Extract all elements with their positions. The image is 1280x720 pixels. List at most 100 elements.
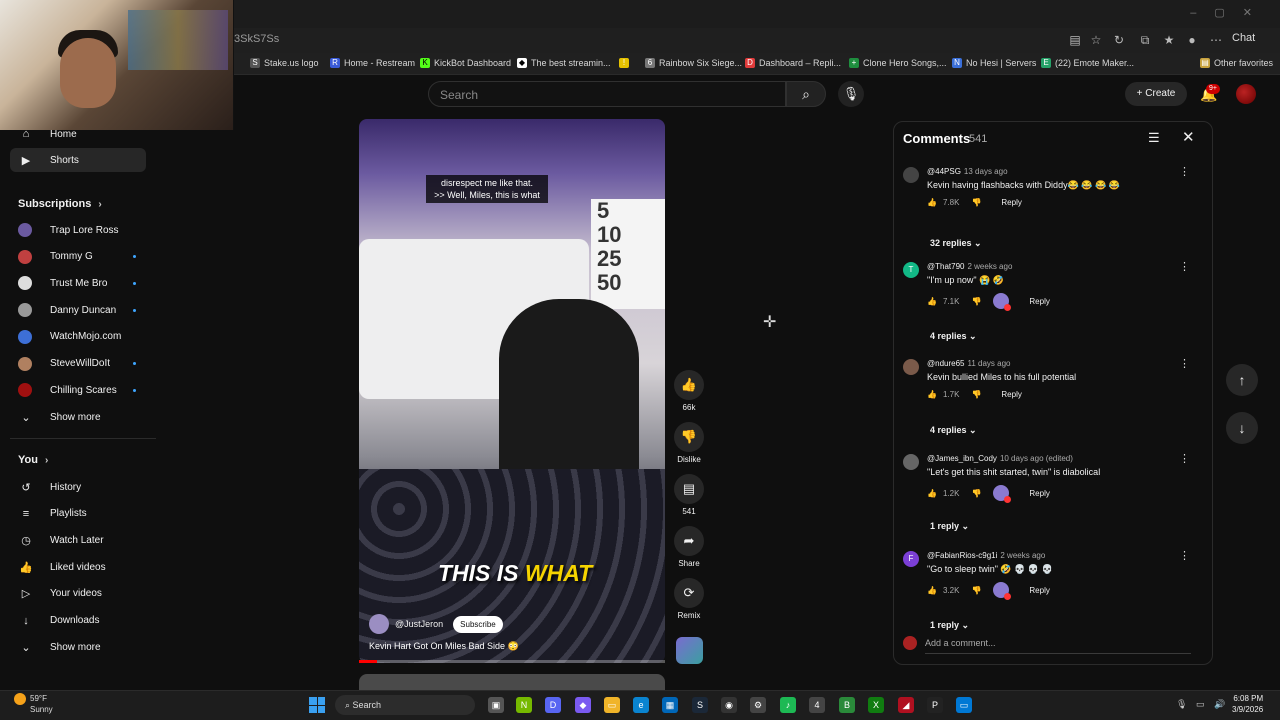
network-icon[interactable]: ▭	[1196, 699, 1205, 710]
subscription-item[interactable]: Danny Duncan	[10, 298, 146, 322]
app-icon[interactable]: ▭	[956, 697, 972, 713]
view-replies-button[interactable]: 4 replies ⌄	[930, 331, 977, 342]
subscription-item[interactable]: Trust Me Bro	[10, 271, 146, 295]
reader-icon[interactable]: ▤	[1066, 32, 1084, 48]
copilot-chat-button[interactable]: Chat	[1232, 32, 1255, 44]
thumbs-up-icon[interactable]: 👍	[927, 489, 937, 498]
view-replies-button[interactable]: 1 reply ⌄	[930, 521, 969, 532]
search-input[interactable]: Search	[440, 88, 478, 102]
subscription-item[interactable]: Chilling Scares	[10, 378, 146, 402]
bookmark-item[interactable]: S Stake.us logo	[250, 58, 319, 68]
profile-icon[interactable]: ●	[1183, 32, 1201, 48]
url-text[interactable]: 3SkS7Ss	[234, 33, 279, 45]
thumbs-down-icon[interactable]: 👎	[971, 586, 981, 595]
store-icon[interactable]: ▦	[662, 697, 678, 713]
b-app-icon[interactable]: B	[839, 697, 855, 713]
spotify-icon[interactable]: ♪	[780, 697, 796, 713]
share-button[interactable]: ➦ Share	[672, 526, 706, 568]
reply-button[interactable]: Reply	[1029, 586, 1049, 595]
mic-tray-icon[interactable]: 🎙	[1176, 699, 1187, 710]
account-avatar[interactable]	[1236, 84, 1256, 104]
file-explorer-icon[interactable]: ▭	[604, 697, 620, 713]
comment-username[interactable]: @44PSG	[927, 167, 961, 176]
commenter-avatar[interactable]	[903, 359, 919, 375]
previous-short-button[interactable]: ↑	[1226, 364, 1258, 396]
bookmark-item[interactable]: E (22) Emote Maker...	[1041, 58, 1134, 68]
sidebar-item-shorts[interactable]: ▶ Shorts	[10, 148, 146, 172]
subscription-item[interactable]: Tommy G	[10, 245, 146, 269]
thumbs-down-icon[interactable]: 👎	[971, 198, 981, 207]
commenter-avatar[interactable]	[903, 454, 919, 470]
reply-button[interactable]: Reply	[1029, 489, 1049, 498]
thumbs-down-icon[interactable]: 👎	[971, 297, 981, 306]
edge-icon[interactable]: e	[633, 697, 649, 713]
subscription-item[interactable]: Trap Lore Ross	[10, 218, 146, 242]
sidebar-item-playlists[interactable]: ≡ Playlists	[10, 502, 146, 526]
sidebar-item-watch-later[interactable]: ◷ Watch Later	[10, 528, 146, 552]
sidebar-item-downloads[interactable]: ↓ Downloads	[10, 609, 146, 633]
voice-search-button[interactable]: 🎙	[838, 81, 864, 107]
reply-button[interactable]: Reply	[1029, 297, 1049, 306]
task-view-icon[interactable]: ▣	[488, 697, 504, 713]
comment-username[interactable]: @FabianRios-c9g1i	[927, 551, 997, 560]
comment-username[interactable]: @ndure65	[927, 359, 964, 368]
favorite-star-icon[interactable]: ☆	[1087, 32, 1105, 48]
dislike-button[interactable]: 👎 Dislike	[672, 422, 706, 464]
close-icon[interactable]: ✕	[1182, 128, 1195, 146]
subscriptions-heading[interactable]: Subscriptions ›	[18, 198, 102, 210]
sidebar-item-your-videos[interactable]: ▷ Your videos	[10, 582, 146, 606]
video-title[interactable]: Kevin Hart Got On Miles Bad Side 😳	[369, 641, 519, 652]
reply-button[interactable]: Reply	[1001, 390, 1021, 399]
comment-username[interactable]: @That790	[927, 262, 964, 271]
sidebar-item-history[interactable]: ↺ History	[10, 475, 146, 499]
refresh-icon[interactable]: ↻	[1110, 32, 1128, 48]
search-box[interactable]	[428, 81, 786, 107]
4k-app-icon[interactable]: 4	[809, 697, 825, 713]
video-progress-track[interactable]	[359, 660, 665, 663]
next-short-preview[interactable]	[359, 674, 665, 690]
you-heading[interactable]: You ›	[18, 454, 48, 466]
channel-avatar[interactable]	[369, 614, 389, 634]
view-replies-button[interactable]: 1 reply ⌄	[930, 620, 969, 631]
bookmark-item[interactable]: R Home - Restream	[330, 58, 415, 68]
window-controls[interactable]: –▢✕	[1190, 6, 1270, 19]
sound-thumbnail[interactable]	[676, 637, 703, 664]
favorites-icon[interactable]: ★	[1160, 32, 1178, 48]
show-more-subscriptions[interactable]: ⌄ Show more	[10, 405, 146, 429]
clock[interactable]: 6:08 PM 3/9/2026	[1232, 693, 1263, 715]
thumbs-up-icon[interactable]: 👍	[927, 198, 937, 207]
bookmark-item[interactable]: !	[619, 58, 633, 68]
xbox-icon[interactable]: X	[868, 697, 884, 713]
obs-icon[interactable]: ◉	[721, 697, 737, 713]
game-app-icon[interactable]: ◢	[898, 697, 914, 713]
bookmark-item[interactable]: 6 Rainbow Six Siege...	[645, 58, 742, 68]
bookmark-item[interactable]: N No Hesi | Servers	[952, 58, 1036, 68]
app-icon[interactable]: ◆	[575, 697, 591, 713]
more-options-icon[interactable]: ⋮	[1179, 357, 1190, 370]
reply-button[interactable]: Reply	[1001, 198, 1021, 207]
search-button[interactable]: ⌕	[786, 81, 826, 107]
discord-icon[interactable]: D	[545, 697, 561, 713]
bookmark-item[interactable]: + Clone Hero Songs,...	[849, 58, 947, 68]
commenter-avatar[interactable]	[903, 167, 919, 183]
thumbs-up-icon[interactable]: 👍	[927, 390, 937, 399]
subscribe-button[interactable]: Subscribe	[453, 615, 503, 633]
next-short-button[interactable]: ↓	[1226, 412, 1258, 444]
nvidia-icon[interactable]: N	[516, 697, 532, 713]
remix-button[interactable]: ⟳ Remix	[672, 578, 706, 620]
more-options-icon[interactable]: ⋮	[1179, 452, 1190, 465]
app-icon[interactable]: P	[927, 697, 943, 713]
create-button[interactable]: + Create	[1125, 82, 1187, 106]
subscription-item[interactable]: WatchMojo.com	[10, 325, 146, 349]
sidebar-item-liked-videos[interactable]: 👍 Liked videos	[10, 555, 146, 579]
taskbar-search[interactable]: ⌕ Search	[335, 695, 475, 715]
view-replies-button[interactable]: 32 replies ⌄	[930, 238, 982, 249]
bookmark-item[interactable]: ◆ The best streamin...	[517, 58, 611, 68]
sort-icon[interactable]: ☰	[1148, 130, 1160, 146]
weather-widget[interactable]: 59°F Sunny	[14, 693, 53, 715]
commenter-avatar[interactable]: T	[903, 262, 919, 278]
comment-username[interactable]: @James_ibn_Cody	[927, 454, 997, 463]
more-options-icon[interactable]: ⋮	[1179, 260, 1190, 273]
thumbs-up-icon[interactable]: 👍	[927, 297, 937, 306]
like-button[interactable]: 👍 66k	[672, 370, 706, 412]
